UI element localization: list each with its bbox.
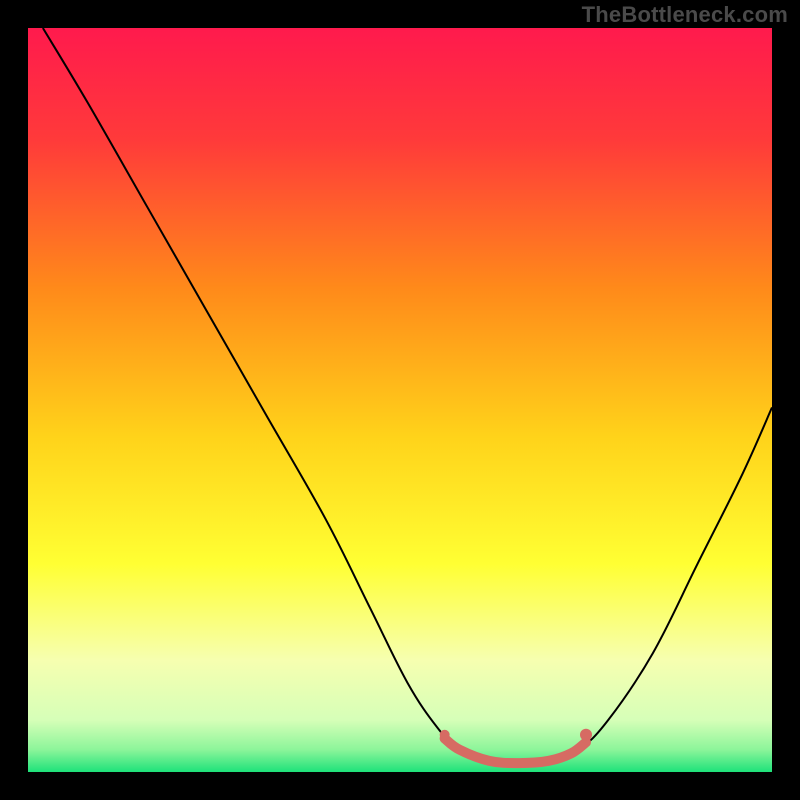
marker-right	[580, 729, 592, 741]
watermark-text: TheBottleneck.com	[582, 2, 788, 28]
chart-container: TheBottleneck.com	[0, 0, 800, 800]
plot-area	[28, 28, 772, 772]
marker-left	[440, 730, 450, 740]
gradient-background	[28, 28, 772, 772]
chart-svg	[28, 28, 772, 772]
